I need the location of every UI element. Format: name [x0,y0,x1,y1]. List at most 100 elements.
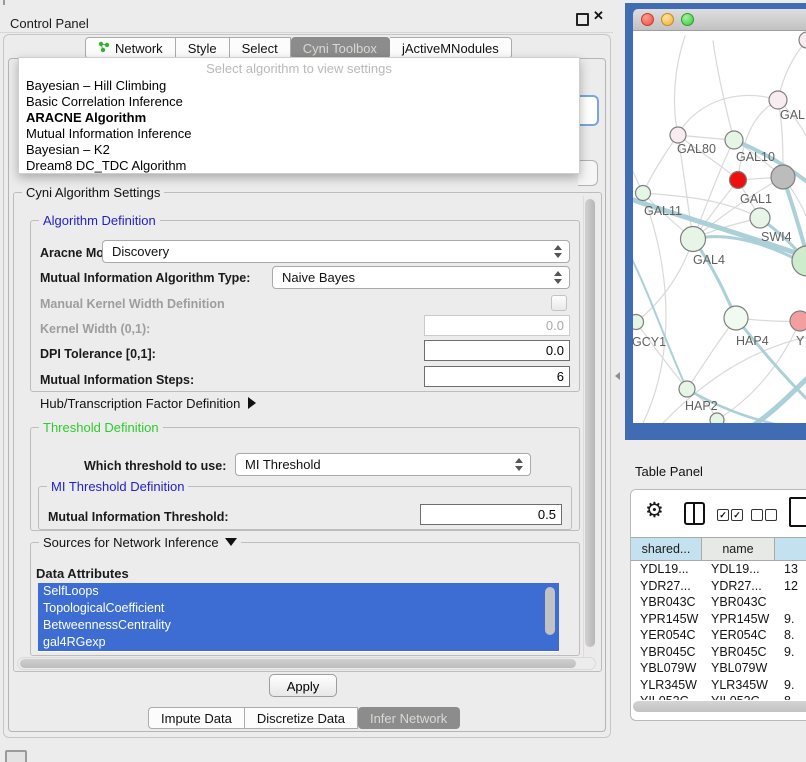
close-panel-icon[interactable]: ✕ [593,8,604,24]
table-column-header[interactable] [775,538,806,560]
settings-horizontal-scrollbar[interactable] [17,657,596,670]
algorithm-option[interactable]: ARACNE Algorithm [19,110,579,126]
network-node-gal[interactable] [769,91,787,109]
settings-horizontal-scrollbar-thumb[interactable] [20,659,576,668]
network-edge[interactable] [693,239,736,318]
tab-select[interactable]: Select [230,37,291,59]
algorithm-option[interactable]: Bayesian – K2 [19,142,579,158]
table-horizontal-scrollbar[interactable] [633,701,806,712]
network-node[interactable] [771,165,795,189]
network-edge[interactable] [674,36,685,135]
kernel-width-field[interactable]: 0.0 [424,315,570,336]
table-cell: YER054C [631,627,702,644]
tab-discretize-data[interactable]: Discretize Data [245,707,358,729]
algorithm-option[interactable]: Dream8 DC_TDC Algorithm [19,158,579,174]
table-row[interactable]: YBL079WYBL079W [631,660,806,677]
network-edge[interactable] [636,322,687,389]
bottom-left-panel-chip[interactable] [5,750,27,762]
close-window-icon[interactable] [641,13,654,26]
float-window-icon[interactable] [576,13,589,26]
table-cell: 8 [775,693,806,700]
table-row[interactable]: YIL052CYIL052C8 [631,693,806,700]
gear-icon[interactable]: ⚙ [645,498,664,523]
select-all-checkboxes-icon[interactable]: ✓ [717,509,729,521]
table-column-header[interactable]: shared... [631,538,702,560]
network-node-gcy1[interactable] [633,315,644,330]
table-row[interactable]: YBR043CYBR043C [631,594,806,611]
table-row[interactable]: YER054CYER054C8. [631,627,806,644]
network-node-swi4[interactable] [750,208,770,228]
table-row[interactable]: YDL19...YDL19...13 [631,561,806,578]
network-window[interactable]: GALGAL80GAL10GAL1GAL11SWI4GAL4GCY1HAP4YH… [633,9,806,423]
network-graph[interactable]: GALGAL80GAL10GAL1GAL11SWI4GAL4GCY1HAP4YH… [633,31,806,423]
mi-threshold-field[interactable]: 0.5 [420,504,562,525]
table-cell: 9. [775,611,806,628]
network-node-gal4[interactable] [681,227,706,252]
tab-impute-data[interactable]: Impute Data [148,707,245,729]
table-row[interactable]: YDR27...YDR27...12 [631,578,806,595]
zoom-window-icon[interactable] [681,13,694,26]
network-edge[interactable] [643,135,678,193]
network-node-hap4[interactable] [724,306,748,330]
manual-kernel-width-checkbox[interactable] [551,295,567,311]
data-attribute-item[interactable]: SelfLoops [38,583,559,600]
network-node-gal1[interactable] [730,172,747,189]
table-cell: 9. [775,644,806,661]
minimize-window-icon[interactable] [661,13,674,26]
panel-splitter-arrow-icon[interactable] [615,372,620,380]
dpi-tolerance-field[interactable]: 0.0 [424,340,570,361]
mi-steps-field[interactable]: 6 [424,366,570,387]
table-cell: 13 [775,561,806,578]
document-icon[interactable] [789,497,806,527]
network-node-y[interactable] [790,311,806,331]
table-cell: YIL052C [702,693,775,700]
network-canvas[interactable]: GALGAL80GAL10GAL1GAL11SWI4GAL4GCY1HAP4YH… [633,31,806,423]
network-node[interactable] [710,413,724,423]
algorithm-option[interactable]: Mutual Information Inference [19,126,579,142]
mi-algorithm-type-select[interactable]: Naive Bayes [272,266,570,289]
hub-definition-toggle[interactable]: Hub/Transcription Factor Definition [40,396,256,411]
apply-button[interactable]: Apply [269,674,337,697]
algorithm-option[interactable]: Basic Correlation Inference [19,94,579,110]
tab-label: Impute Data [161,711,232,726]
algorithm-option[interactable]: Bayesian – Hill Climbing [19,78,579,94]
deselect-checkboxes-icon[interactable] [765,509,777,521]
network-edge[interactable] [687,318,736,389]
select-all-checkboxes-icon[interactable]: ✓ [731,509,743,521]
tab-style[interactable]: Style [176,37,230,59]
table-panel-window: ⚙ ✓ ✓ shared...name YDL19...YDL19...13YD… [630,489,806,721]
network-node-gal80[interactable] [670,127,686,143]
data-attribute-item[interactable]: BetweennessCentrality [38,617,559,634]
split-view-icon[interactable] [684,502,705,525]
aracne-mode-select[interactable]: Discovery [102,240,570,263]
data-attributes-list[interactable]: SelfLoopsTopologicalCoefficientBetweenne… [38,583,559,652]
tab-jactivemnodules[interactable]: jActiveMNodules [390,37,512,59]
network-edge[interactable] [751,373,806,423]
data-attribute-item[interactable]: gal4RGexp [38,634,559,651]
network-window-titlebar[interactable] [633,9,806,31]
table-row[interactable]: YLR345WYLR345W9. [631,677,806,694]
settings-vertical-scrollbar-thumb[interactable] [585,199,595,647]
tab-cyni-toolbox[interactable]: Cyni Toolbox [291,37,390,59]
tab-label: jActiveMNodules [402,41,499,56]
deselect-checkboxes-icon[interactable] [751,509,763,521]
network-node-hap2[interactable] [679,381,695,397]
table-row[interactable]: YPR145WYPR145W9. [631,611,806,628]
table-row[interactable]: YBR045CYBR045C9. [631,644,806,661]
sources-group-title[interactable]: Sources for Network Inference [39,535,241,550]
dpi-tolerance-label: DPI Tolerance [0,1]: [40,347,156,361]
data-attribute-item[interactable]: TopologicalCoefficient [38,600,559,617]
obscured-combobox-fragment [578,95,599,126]
network-edge[interactable] [713,41,734,140]
tab-network[interactable]: Network [85,37,176,59]
tab-infer-network[interactable]: Infer Network [358,707,460,729]
settings-vertical-scrollbar[interactable] [583,196,597,662]
network-node-gal10[interactable] [725,131,743,149]
network-node-gal11[interactable] [636,186,651,201]
tab-label: Infer Network [370,711,447,726]
table-column-header[interactable]: name [702,538,775,560]
network-edge[interactable] [778,40,806,100]
network-node[interactable] [799,32,806,48]
attributes-list-scrollbar[interactable] [545,587,555,635]
which-threshold-select[interactable]: MI Threshold [235,453,531,476]
